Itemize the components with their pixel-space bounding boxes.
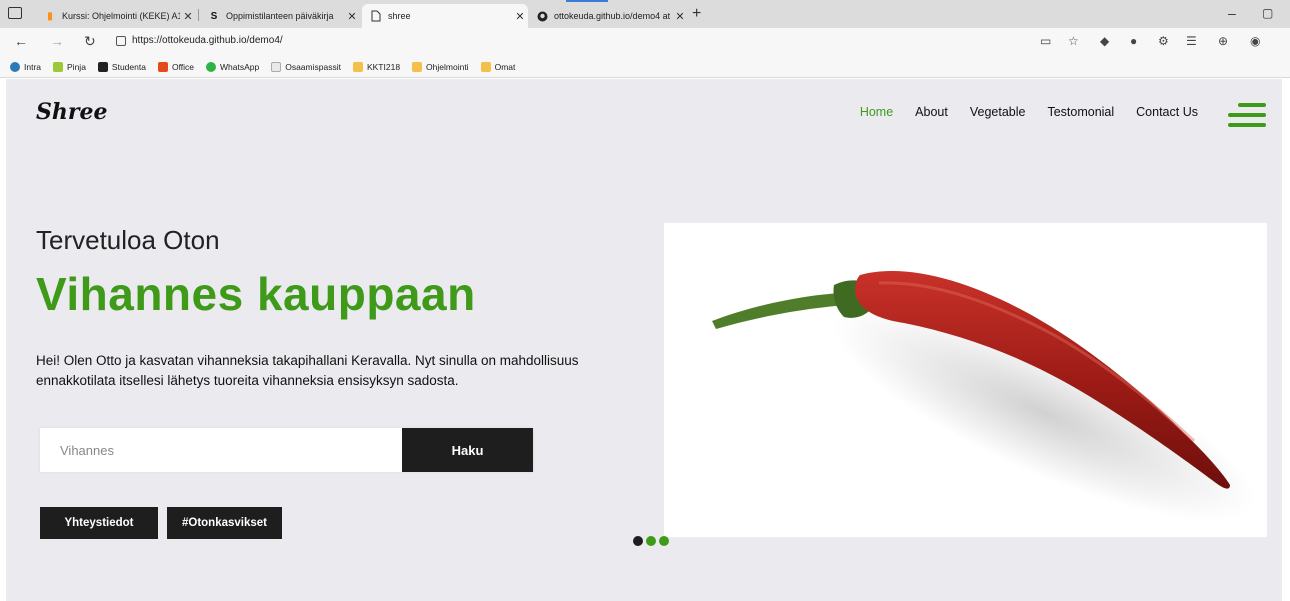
github-icon: [536, 10, 548, 22]
search-form: Haku: [40, 428, 533, 472]
bookmark-label: Intra: [24, 61, 42, 72]
bookmark-label: Pinja: [67, 61, 86, 72]
tab-title: shree: [388, 11, 411, 21]
whatsapp-icon: [206, 61, 216, 72]
bookmark-label: Office: [171, 61, 194, 72]
browser-address-bar: ← → ↻ https://ottokeuda.github.io/demo4/…: [0, 28, 1290, 56]
chili-pepper-image: [712, 271, 1256, 522]
bookmark-label: WhatsApp: [220, 61, 260, 72]
bookmark-folder-omat[interactable]: Omat: [480, 61, 516, 72]
search-button[interactable]: Haku: [402, 428, 533, 472]
bookmark-office[interactable]: Office: [157, 61, 194, 72]
nav-home[interactable]: Home: [860, 105, 893, 119]
browser-tab-studenta[interactable]: S Oppimistilanteen päiväkirja ✕: [200, 4, 360, 28]
hamburger-menu-icon[interactable]: [1228, 103, 1266, 127]
intro-text: Hei! Olen Otto ja kasvatan vihanneksia t…: [36, 353, 579, 388]
bookmark-label: Osaamispassit: [285, 61, 341, 72]
profile-extension-icon[interactable]: ●: [1130, 34, 1137, 48]
osaamispassit-icon: [271, 61, 282, 72]
office-icon: [157, 61, 168, 72]
minimize-icon[interactable]: –: [1228, 5, 1236, 21]
tab-actions-icon[interactable]: [8, 7, 22, 19]
contact-button[interactable]: Yhteystiedot: [40, 507, 158, 539]
collections-icon[interactable]: ⊕: [1218, 34, 1228, 48]
folder-icon: [352, 61, 363, 72]
nav-vegetable[interactable]: Vegetable: [970, 105, 1026, 119]
tab-title: Kurssi: Ohjelmointi (KEKE) A1: [62, 11, 180, 21]
browser-tab-moodle[interactable]: ▮ Kurssi: Ohjelmointi (KEKE) A1 ✕: [36, 4, 196, 28]
bookmark-folder-ohjelmointi[interactable]: Ohjelmointi: [412, 61, 469, 72]
web-page: Shree Home About Vegetable Testomonial C…: [6, 79, 1282, 601]
lock-icon: [116, 35, 126, 46]
close-icon[interactable]: ✕: [344, 10, 360, 23]
bookmark-whatsapp[interactable]: WhatsApp: [206, 61, 260, 72]
bookmark-studenta[interactable]: Studenta: [97, 61, 146, 72]
studenta-icon: [97, 61, 108, 72]
tab-loading-indicator: [566, 0, 608, 2]
carousel-indicators: [633, 536, 669, 546]
bookmark-label: KKTI218: [366, 61, 401, 72]
restore-icon[interactable]: ▢: [1262, 6, 1273, 20]
close-icon[interactable]: ✕: [672, 10, 688, 23]
extension-icon[interactable]: ◆: [1100, 34, 1109, 48]
bookmarks-bar: Intra Pinja Studenta Office WhatsApp Osa…: [0, 56, 1290, 78]
bookmark-label: Omat: [494, 61, 516, 72]
page-title: Vihannes kauppaan: [36, 268, 476, 320]
tab-title: Oppimistilanteen päiväkirja: [226, 11, 334, 21]
site-logo[interactable]: Shree: [36, 99, 107, 125]
url-text: https://ottokeuda.github.io/demo4/: [132, 35, 283, 46]
folder-icon: [412, 61, 423, 72]
welcome-heading: Tervetuloa Oton: [36, 225, 220, 255]
favorite-add-icon[interactable]: ☆: [1068, 34, 1079, 48]
bookmark-osaamispassit[interactable]: Osaamispassit: [271, 61, 341, 72]
avatar[interactable]: ◉: [1250, 34, 1260, 48]
tab-separator: [198, 9, 199, 21]
bookmark-label: Studenta: [111, 61, 146, 72]
browser-tab-github[interactable]: ottokeuda.github.io/demo4 at m ✕: [528, 4, 688, 28]
carousel-dot-2[interactable]: [646, 536, 656, 546]
browser-tab-shree[interactable]: shree ✕: [362, 4, 528, 28]
studenta-icon: S: [210, 10, 218, 22]
favorites-icon[interactable]: ☰: [1186, 34, 1197, 48]
bookmark-pinja[interactable]: Pinja: [53, 61, 86, 72]
bookmark-label: Ohjelmointi: [426, 61, 469, 72]
moodle-icon: ▮: [47, 10, 53, 22]
carousel-dot-1[interactable]: [633, 536, 643, 546]
new-tab-icon[interactable]: +: [692, 5, 701, 23]
bookmark-intra[interactable]: Intra: [10, 61, 42, 72]
nav-testomonial[interactable]: Testomonial: [1047, 105, 1114, 119]
nav-contact-us[interactable]: Contact Us: [1136, 105, 1198, 119]
close-icon[interactable]: ✕: [512, 10, 528, 23]
hashtag-button[interactable]: #Otonkasvikset: [167, 507, 282, 539]
page-icon: [370, 10, 382, 22]
back-icon[interactable]: ←: [14, 33, 28, 49]
search-input[interactable]: [40, 428, 402, 472]
carousel-dot-3[interactable]: [659, 536, 669, 546]
main-nav: Home About Vegetable Testomonial Contact…: [860, 105, 1198, 119]
url-field[interactable]: https://ottokeuda.github.io/demo4/: [116, 35, 283, 46]
folder-icon: [480, 61, 491, 72]
nav-about[interactable]: About: [915, 105, 948, 119]
refresh-icon[interactable]: ↻: [84, 33, 96, 50]
browser-tab-bar: ▮ Kurssi: Ohjelmointi (KEKE) A1 ✕ S Oppi…: [0, 0, 1290, 28]
pinja-icon: [53, 61, 64, 72]
hero-image: [664, 223, 1267, 537]
tab-title: ottokeuda.github.io/demo4 at m: [554, 11, 672, 21]
bookmark-folder-kkti218[interactable]: KKTI218: [352, 61, 401, 72]
forward-icon[interactable]: →: [50, 33, 64, 49]
extensions-icon[interactable]: ⚙: [1158, 34, 1169, 48]
intra-icon: [10, 61, 20, 72]
reader-view-icon[interactable]: ▭: [1040, 34, 1051, 48]
close-icon[interactable]: ✕: [180, 10, 196, 23]
